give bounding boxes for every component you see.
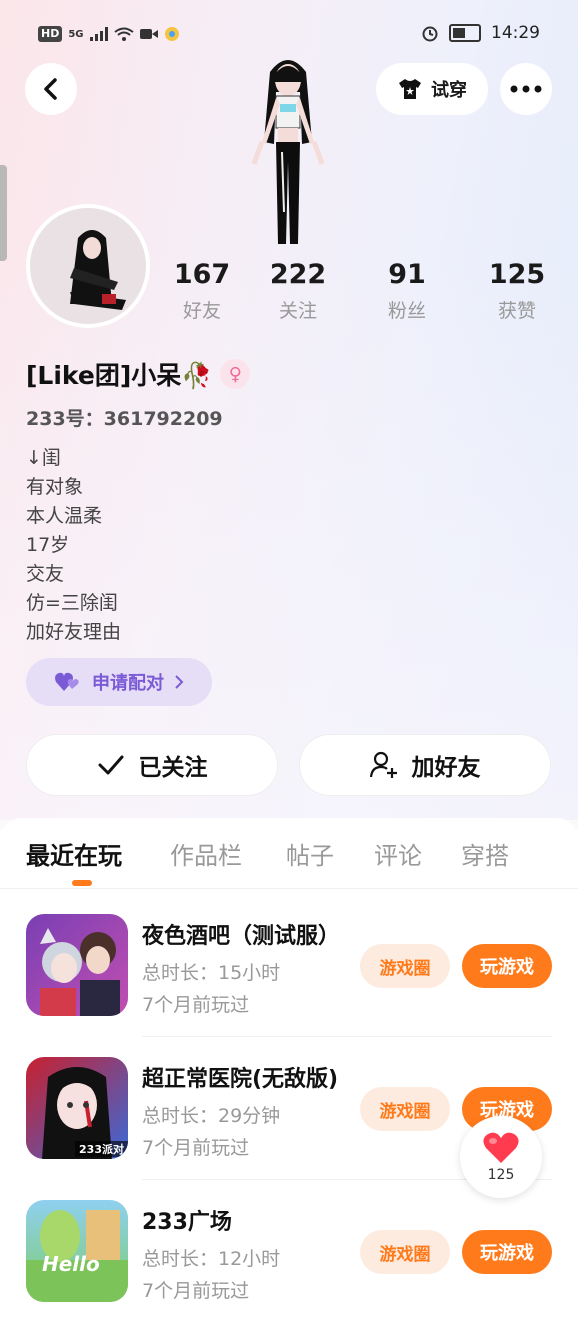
request-match-button[interactable]: 申请配对 — [26, 658, 212, 706]
stat-following[interactable]: 222 关注 — [248, 258, 348, 323]
tab-comments[interactable]: 评论 — [374, 836, 422, 871]
user-name: [Like团]小呆🥀 — [26, 361, 213, 390]
profile-avatar[interactable] — [26, 204, 150, 328]
name-row: [Like团]小呆🥀 ♀ — [26, 356, 251, 392]
status-left: HD 5G — [38, 26, 180, 42]
more-dots-icon — [510, 85, 542, 93]
game-icon: 233派对 — [26, 1057, 128, 1159]
add-friend-label: 加好友 — [411, 755, 481, 781]
avatar-image — [30, 208, 146, 324]
network-label: 5G — [68, 28, 84, 40]
tshirt-icon — [399, 79, 421, 99]
bio-line: 17岁 — [26, 534, 70, 556]
heart-icon — [483, 1132, 519, 1163]
tab-posts[interactable]: 帖子 — [286, 836, 334, 871]
play-game-button[interactable]: 玩游戏 — [462, 1230, 552, 1274]
game-title: 233广场 — [142, 1210, 232, 1235]
play-game-button[interactable]: 玩游戏 — [462, 944, 552, 988]
clock: 14:29 — [491, 23, 540, 43]
try-on-button[interactable]: 试穿 — [376, 63, 488, 115]
video-icon — [139, 29, 158, 39]
game-title: 超正常医院(无敌版) — [142, 1067, 339, 1092]
try-on-label: 试穿 — [431, 80, 467, 101]
bio-line: 本人温柔 — [26, 505, 103, 527]
tab-outfits[interactable]: 穿搭 — [461, 836, 509, 871]
app-notification-icon — [164, 27, 179, 41]
game-icon-art — [26, 1210, 128, 1302]
followed-button[interactable]: 已关注 — [26, 734, 278, 796]
list-divider — [142, 1036, 552, 1037]
stat-fans-value: 91 — [388, 259, 426, 290]
like-button[interactable]: 125 — [460, 1116, 542, 1198]
bio-line: 仿=三除闺 — [26, 592, 118, 614]
bio-line: 有对象 — [26, 476, 84, 498]
game-duration: 总时长：29分钟 — [142, 1105, 281, 1127]
game-last-played: 7个月前玩过 — [142, 1280, 250, 1302]
chevron-right-icon — [175, 675, 184, 689]
profile-tabs: 最近在玩 作品栏 帖子 评论 穿搭 — [0, 818, 578, 889]
battery-icon — [449, 24, 481, 42]
status-right: 14:29 — [421, 23, 540, 43]
avatar-figure-icon — [70, 230, 126, 310]
request-match-label: 申请配对 — [92, 673, 164, 694]
game-circle-button[interactable]: 游戏圈 — [360, 1087, 450, 1131]
alarm-icon — [422, 26, 438, 42]
list-item[interactable]: 夜色酒吧（测试服） 总时长：15小时 7个月前玩过 游戏圈 玩游戏 — [0, 914, 578, 1056]
tab-indicator — [72, 880, 92, 886]
chevron-left-icon — [44, 78, 57, 100]
game-circle-button[interactable]: 游戏圈 — [360, 944, 450, 988]
list-item[interactable]: Hello 233广场 总时长：12小时 7个月前玩过 游戏圈 玩游戏 — [0, 1200, 578, 1342]
bio: ↓闺 有对象 本人温柔 17岁 交友 仿=三除闺 加好友理由 — [26, 444, 121, 647]
hearts-icon — [55, 672, 79, 691]
avatar-3d-figure[interactable] — [240, 52, 336, 244]
stat-following-value: 222 — [269, 259, 327, 290]
game-icon — [26, 914, 128, 1016]
game-last-played: 7个月前玩过 — [142, 994, 250, 1016]
tab-works[interactable]: 作品栏 — [170, 836, 242, 871]
stat-likes-label: 获赞 — [497, 300, 536, 322]
stat-friends-value: 167 — [173, 259, 231, 290]
game-icon: Hello — [26, 1200, 128, 1302]
game-title: 夜色酒吧（测试服） — [142, 924, 341, 949]
wifi-icon — [113, 27, 134, 41]
back-button[interactable] — [25, 63, 77, 115]
bio-line: ↓闺 — [26, 447, 61, 469]
female-gender-icon: ♀ — [220, 359, 251, 389]
tab-recently-played[interactable]: 最近在玩 — [26, 836, 122, 871]
followed-label: 已关注 — [138, 755, 208, 781]
game-duration: 总时长：12小时 — [142, 1248, 281, 1270]
like-count: 125 — [487, 1167, 515, 1183]
stat-friends-label: 好友 — [182, 300, 221, 322]
stat-likes-value: 125 — [488, 259, 546, 290]
signal-icon — [89, 27, 108, 41]
add-friend-button[interactable]: 加好友 — [299, 734, 551, 796]
checkmark-icon — [98, 755, 123, 775]
hd-badge: HD — [38, 26, 63, 42]
account-id[interactable]: 233号：361792209 — [26, 404, 223, 431]
stat-fans-label: 粉丝 — [387, 300, 426, 322]
add-user-icon — [369, 751, 397, 778]
stat-likes[interactable]: 125 获赞 — [467, 258, 567, 323]
game-icon-badge: 233派对 — [75, 1141, 128, 1157]
bio-line: 加好友理由 — [26, 621, 122, 643]
side-drawer-handle[interactable] — [0, 165, 7, 261]
stat-fans[interactable]: 91 粉丝 — [357, 258, 457, 323]
game-icon-badge: Hello — [42, 1252, 100, 1276]
game-last-played: 7个月前玩过 — [142, 1137, 250, 1159]
bio-line: 交友 — [26, 563, 65, 585]
more-button[interactable] — [500, 63, 552, 115]
game-duration: 总时长：15小时 — [142, 962, 281, 984]
stat-following-label: 关注 — [278, 300, 317, 322]
game-circle-button[interactable]: 游戏圈 — [360, 1230, 450, 1274]
stat-friends[interactable]: 167 好友 — [152, 258, 252, 323]
game-icon-art — [40, 928, 120, 1016]
